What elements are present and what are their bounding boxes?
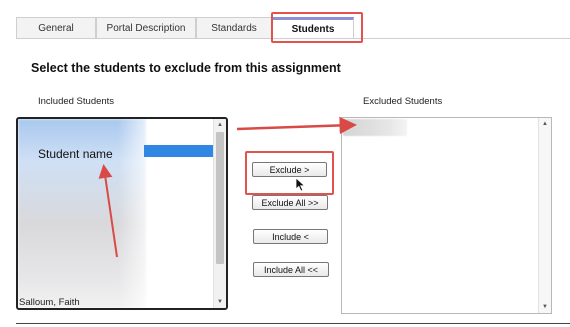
student-name-annotation: Student name bbox=[38, 147, 113, 161]
excluded-students-label: Excluded Students bbox=[363, 96, 443, 107]
selected-student-row[interactable] bbox=[144, 145, 214, 157]
scroll-thumb[interactable] bbox=[216, 132, 224, 264]
include-all-button[interactable]: Include All << bbox=[253, 262, 329, 277]
included-students-list[interactable]: Student name Salloum, Faith ▲ ▼ bbox=[16, 117, 228, 310]
mouse-cursor-icon bbox=[295, 177, 306, 192]
excluded-list-scrollbar[interactable]: ▲ ▼ bbox=[538, 118, 551, 313]
arrow-to-excluded-list bbox=[236, 116, 357, 135]
included-list-scrollbar[interactable]: ▲ ▼ bbox=[213, 119, 226, 308]
redacted-excluded-item bbox=[343, 119, 407, 136]
exclude-button-highlight bbox=[245, 151, 334, 195]
bottom-divider bbox=[16, 323, 570, 324]
tab-portal-description[interactable]: Portal Description bbox=[96, 17, 196, 39]
scroll-down-arrow-icon[interactable]: ▼ bbox=[539, 301, 551, 313]
exclude-all-button[interactable]: Exclude All >> bbox=[252, 195, 328, 210]
page-heading: Select the students to exclude from this… bbox=[31, 61, 341, 75]
included-students-label: Included Students bbox=[38, 96, 115, 107]
tab-general[interactable]: General bbox=[16, 17, 96, 39]
scroll-up-arrow-icon[interactable]: ▲ bbox=[214, 119, 226, 131]
tab-standards[interactable]: Standards bbox=[196, 17, 272, 39]
list-item[interactable]: Salloum, Faith bbox=[19, 297, 80, 308]
scroll-down-arrow-icon[interactable]: ▼ bbox=[214, 296, 226, 308]
include-button[interactable]: Include < bbox=[253, 229, 328, 244]
scroll-up-arrow-icon[interactable]: ▲ bbox=[539, 118, 551, 130]
excluded-students-list[interactable]: ▲ ▼ bbox=[341, 117, 552, 314]
students-tab-highlight bbox=[271, 12, 363, 43]
